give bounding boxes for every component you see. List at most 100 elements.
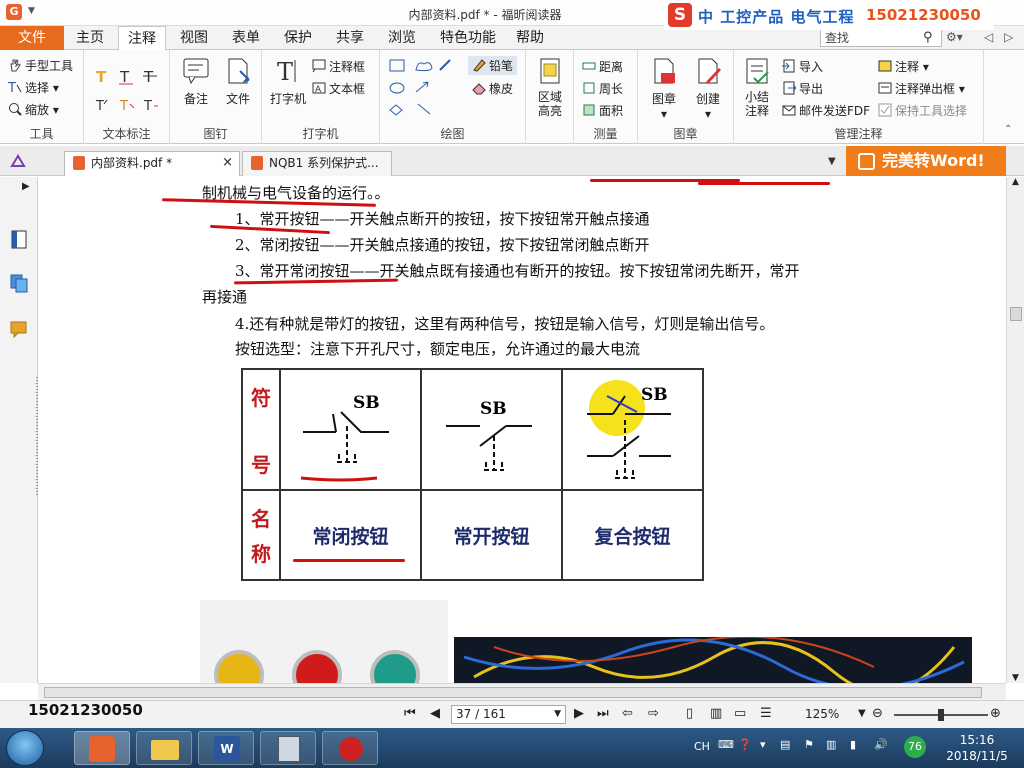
summarize-comments-button[interactable]: 小结注释 — [738, 56, 776, 118]
group-typewriter: T 打字机 注释框 A 文本框 打字机 — [262, 50, 380, 144]
tab-features[interactable]: 特色功能 — [432, 26, 504, 50]
single-page-view-icon[interactable]: ▯ — [686, 706, 693, 721]
continuous-facing-icon[interactable]: ☰ — [760, 706, 772, 721]
pencil-button[interactable]: 铅笔 — [468, 56, 518, 75]
drawing-shape-tools[interactable] — [388, 56, 466, 120]
import-button[interactable]: 导入 — [782, 58, 823, 75]
zoom-tool-button[interactable]: 缩放 ▾ — [8, 101, 59, 118]
doc-tab-nqb1[interactable]: NQB1 系列保护式... — [242, 151, 392, 176]
settings-gear-icon[interactable]: ⚙▾ — [946, 30, 963, 44]
next-view-icon[interactable]: ⇨ — [648, 706, 659, 721]
convert-to-word-button[interactable]: 完美转Word! — [846, 146, 1006, 176]
zoom-slider-handle[interactable] — [938, 709, 944, 721]
select-tool-button[interactable]: T 选择 ▾ — [7, 79, 59, 96]
back-arrow-icon[interactable]: ◁ — [984, 30, 993, 44]
zoom-dropdown-icon[interactable]: ▼ — [858, 708, 866, 719]
row-header-symbol: 符 号 — [241, 368, 281, 491]
attach-file-button[interactable]: 文件 — [220, 56, 256, 107]
tab-protect[interactable]: 保护 — [276, 26, 320, 50]
scroll-up-icon[interactable]: ▲ — [1012, 177, 1019, 187]
ime-icon[interactable]: ⌨ — [718, 738, 734, 751]
tab-file[interactable]: 文件 — [0, 26, 64, 50]
first-page-icon[interactable]: ⏮ — [404, 706, 416, 721]
vertical-scroll-thumb[interactable] — [1010, 307, 1022, 321]
zoom-in-icon[interactable]: ⊕ — [990, 706, 1001, 721]
area-highlight-button[interactable]: 区域高亮 — [532, 56, 568, 118]
tab-share[interactable]: 共享 — [328, 26, 372, 50]
search-icon[interactable]: ⚲ — [923, 30, 933, 45]
help-icon[interactable]: ❓ — [738, 738, 752, 751]
previous-view-icon[interactable]: ⇦ — [622, 706, 633, 721]
indicator-lamps-photo — [200, 600, 448, 683]
textbox-button[interactable]: A 文本框 — [312, 80, 365, 97]
continuous-view-icon[interactable]: ▥ — [710, 706, 722, 721]
comment-popup-button[interactable]: 注释弹出框 ▾ — [878, 80, 965, 97]
network-icon[interactable]: ▮ — [850, 738, 856, 751]
taskbar-calculator[interactable] — [260, 731, 316, 765]
callout-button[interactable]: 注释框 — [312, 58, 365, 75]
taskbar-recorder[interactable] — [322, 731, 378, 765]
action-center-icon[interactable]: ⚑ — [804, 738, 814, 751]
taskbar-foxit-reader[interactable] — [74, 731, 130, 765]
tray-expand-icon[interactable]: ▾ — [760, 738, 766, 751]
start-button[interactable] — [6, 730, 44, 766]
zoom-level[interactable]: 125% — [805, 707, 839, 721]
typewriter-button[interactable]: T 打字机 — [270, 56, 306, 107]
distance-button[interactable]: 距离 — [582, 58, 623, 75]
comments-panel-icon[interactable] — [9, 319, 29, 339]
page-dropdown-icon[interactable]: ▼ — [554, 706, 561, 723]
doc-tab-internal[interactable]: 内部资料.pdf * × — [64, 151, 240, 176]
vertical-scrollbar[interactable]: ▲ ▼ — [1006, 177, 1024, 683]
eraser-button[interactable]: 橡皮 — [472, 80, 513, 97]
group-drawing: 铅笔 橡皮 绘图 — [380, 50, 526, 144]
page-thumbnail-icon[interactable] — [9, 229, 29, 249]
note-button[interactable]: 备注 — [178, 56, 214, 107]
area-measure-button[interactable]: 面积 — [582, 102, 623, 119]
foxit-app-icon[interactable]: G — [6, 4, 22, 20]
next-page-icon[interactable]: ▶ — [574, 706, 584, 721]
tab-list-dropdown-icon[interactable]: ▼ — [828, 156, 836, 167]
tray-app-icon[interactable]: ▤ — [780, 738, 790, 751]
horizontal-scrollbar[interactable] — [38, 683, 1006, 700]
facing-view-icon[interactable]: ▭ — [734, 706, 746, 721]
zoom-out-icon[interactable]: ⊖ — [872, 706, 883, 721]
comment-menu-button[interactable]: 注释 ▾ — [878, 58, 929, 75]
tab-panel-icon[interactable] — [10, 154, 26, 168]
export-button[interactable]: 导出 — [782, 80, 823, 97]
tab-comment[interactable]: 注释 — [118, 26, 166, 51]
email-icon — [782, 103, 796, 117]
stamp-button[interactable]: 图章 ▾ — [644, 56, 684, 121]
prev-page-icon[interactable]: ◀ — [430, 706, 440, 721]
tab-help[interactable]: 帮助 — [508, 26, 552, 50]
email-fdf-button[interactable]: 邮件发送FDF — [782, 102, 870, 119]
tray-misc-icon[interactable]: ▥ — [826, 738, 836, 751]
expand-panel-icon[interactable]: ▶ — [22, 181, 30, 192]
text-markup-icons[interactable]: T T T T T T — [92, 66, 166, 116]
security-badge[interactable]: 76 — [904, 736, 926, 758]
perimeter-button[interactable]: 周长 — [582, 80, 623, 97]
tab-home[interactable]: 主页 — [68, 26, 112, 50]
tab-browse[interactable]: 浏览 — [380, 26, 424, 50]
page-number-field[interactable]: 37 / 161 ▼ — [451, 705, 566, 724]
tab-form[interactable]: 表单 — [224, 26, 268, 50]
taskbar-file-explorer[interactable] — [136, 731, 192, 765]
navigation-panel: ▶ — [0, 177, 38, 683]
tab-view[interactable]: 视图 — [172, 26, 216, 50]
horizontal-scroll-thumb[interactable] — [44, 687, 982, 698]
volume-icon[interactable]: 🔊 — [874, 738, 888, 751]
layers-icon[interactable] — [9, 273, 29, 293]
scroll-down-icon[interactable]: ▼ — [1012, 673, 1019, 683]
quick-access-dropdown-icon[interactable]: ▼ — [28, 6, 35, 16]
last-page-icon[interactable]: ⏭ — [597, 706, 609, 721]
hand-tool-button[interactable]: 手型工具 — [8, 57, 73, 74]
close-tab-icon[interactable]: × — [222, 152, 233, 174]
create-stamp-button[interactable]: 创建 ▾ — [688, 56, 728, 121]
create-stamp-icon — [698, 58, 721, 84]
group-label-measure: 测量 — [593, 127, 618, 141]
taskbar-word[interactable]: W — [198, 731, 254, 765]
language-indicator[interactable]: CH — [694, 740, 710, 753]
keep-tool-selected-checkbox[interactable]: 保持工具选择 — [878, 102, 967, 119]
forward-arrow-icon[interactable]: ▷ — [1004, 30, 1013, 44]
ribbon-collapse-icon[interactable]: ⌃ — [1004, 124, 1012, 135]
system-clock[interactable]: 15:16 2018/11/5 — [938, 732, 1016, 764]
